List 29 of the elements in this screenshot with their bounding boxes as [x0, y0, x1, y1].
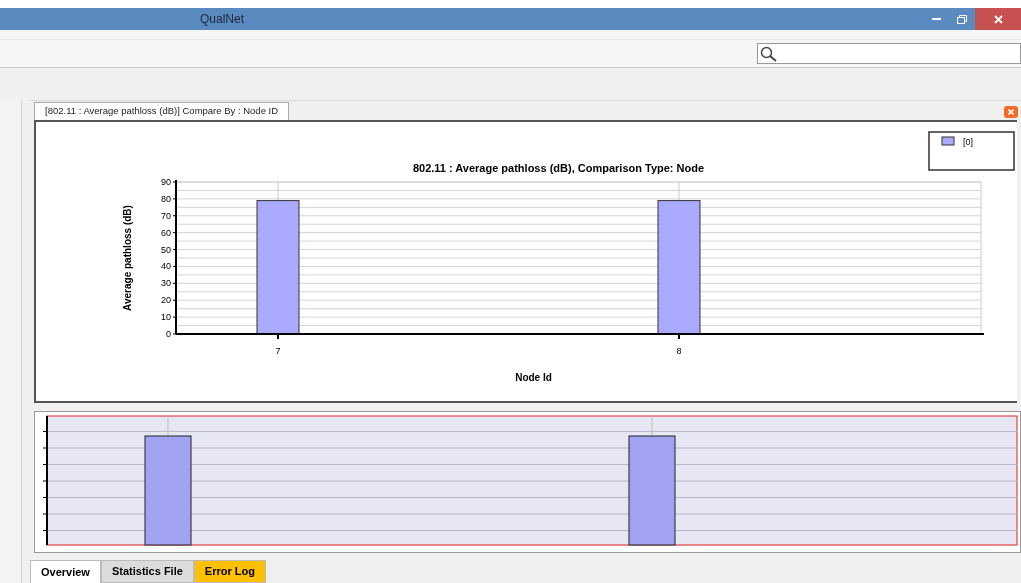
close-icon — [993, 14, 1003, 24]
minimize-icon — [931, 18, 941, 20]
y-tick-label: 80 — [161, 193, 171, 204]
restore-icon — [957, 14, 967, 24]
close-button[interactable] — [975, 8, 1021, 30]
y-tick-label: 10 — [161, 312, 171, 323]
close-tab-button[interactable] — [1004, 106, 1018, 118]
y-tick-label: 0 — [166, 329, 171, 339]
x-tick-label: 7 — [275, 346, 281, 356]
search-field[interactable] — [757, 43, 1021, 64]
window-title: QualNet — [200, 11, 245, 28]
x-axis-label: Node Id — [515, 372, 552, 383]
y-tick-label: 40 — [161, 261, 171, 272]
y-tick-label: 60 — [161, 227, 171, 238]
y-tick-label: 70 — [161, 210, 171, 221]
search-icon — [760, 45, 778, 62]
y-axis-label: Average pathloss (dB) — [122, 205, 133, 311]
y-tick-label: 30 — [161, 278, 171, 289]
chart-title: 802.11 : Average pathloss (dB), Comparison Type: Node — [412, 162, 705, 174]
legend-label: [0] — [963, 137, 973, 147]
close-icon — [1008, 109, 1014, 115]
bottom-tab[interactable]: Statistics File — [100, 560, 194, 583]
chart-tab[interactable]: [802.11 : Average pathloss (dB)] Compare By : Node ID — [34, 102, 290, 120]
y-tick-label: 50 — [161, 244, 171, 255]
bottom-tab[interactable]: Error Log — [193, 560, 266, 583]
y-tick-label: 20 — [161, 295, 171, 306]
y-tick-label: 90 — [161, 177, 171, 187]
x-tick-label: 8 — [676, 346, 682, 356]
bottom-tab[interactable]: Overview — [30, 560, 101, 583]
